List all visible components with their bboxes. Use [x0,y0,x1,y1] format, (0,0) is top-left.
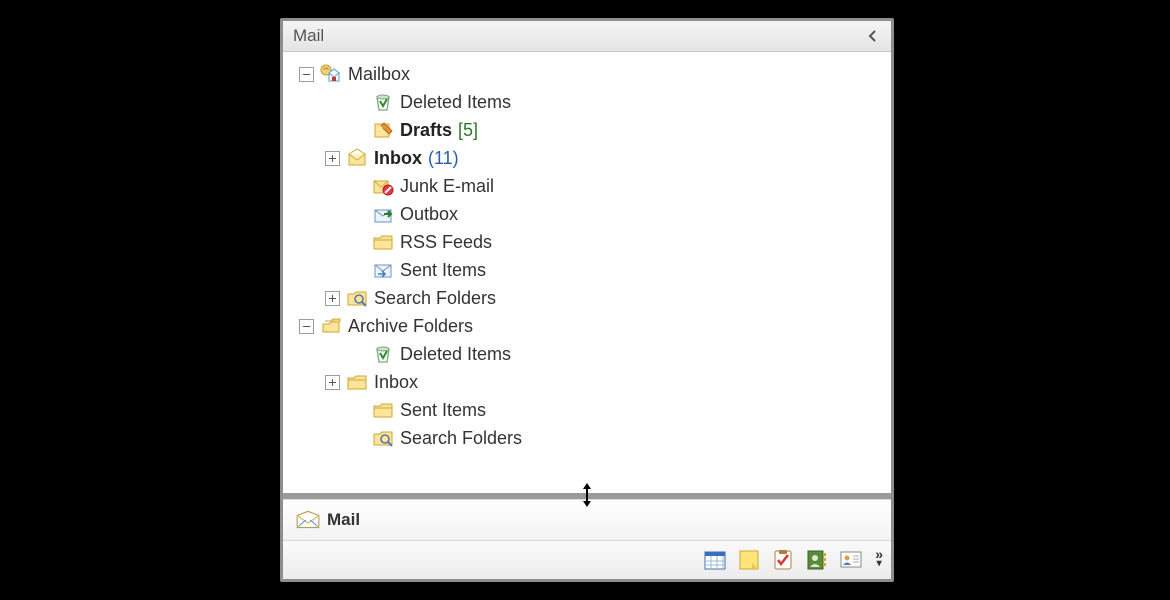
archive-icon [320,316,342,336]
notes-icon[interactable] [737,549,761,571]
folder-icon [346,372,368,392]
tree-item-sent-items[interactable]: Sent Items [287,396,887,424]
searchfolder-icon [372,428,394,448]
expand-toggle[interactable] [325,151,340,166]
tree-item-junk-e-mail[interactable]: Junk E-mail [287,172,887,200]
drafts-icon [372,120,394,140]
mail-nav-label: Mail [327,510,360,530]
trash-icon [372,92,394,112]
addressbook-icon[interactable] [839,549,863,571]
folder-label: Deleted Items [400,340,511,368]
tree-item-deleted-items[interactable]: Deleted Items [287,340,887,368]
tree-item-rss-feeds[interactable]: RSS Feeds [287,228,887,256]
resize-vertical-icon [578,481,596,509]
sent-icon [372,260,394,280]
folder-label: Sent Items [400,256,486,284]
calendar-icon[interactable] [703,549,727,571]
tree-item-outbox[interactable]: Outbox [287,200,887,228]
mailbox-icon [320,64,342,84]
folder-label: Deleted Items [400,88,511,116]
pane-header: Mail [283,21,891,52]
folder-label: Mailbox [348,60,410,88]
item-count: [5] [458,116,478,144]
junk-icon [372,176,394,196]
expand-toggle[interactable] [325,375,340,390]
folder-label: Outbox [400,200,458,228]
folder-label: Inbox [374,368,418,396]
chevron-left-icon [868,30,878,42]
collapse-toggle[interactable] [299,67,314,82]
expand-toggle[interactable] [325,291,340,306]
pane-splitter[interactable] [283,493,891,499]
collapse-pane-button[interactable] [865,28,881,44]
tree-group-archive-folders[interactable]: Archive Folders [287,312,887,340]
tree-item-drafts[interactable]: Drafts [5] [287,116,887,144]
nav-toolbar: » ▾ [283,541,891,579]
folder-icon [372,400,394,420]
outbox-icon [372,204,394,224]
folder-label: Inbox [374,144,422,172]
trash-icon [372,344,394,364]
envelope-icon [295,509,321,531]
folder-label: Archive Folders [348,312,473,340]
toolbar-overflow-button[interactable]: » ▾ [875,550,883,570]
folder-icon [372,232,394,252]
item-count: (11) [428,144,459,172]
folder-label: Drafts [400,116,452,144]
tree-item-search-folders[interactable]: Search Folders [287,284,887,312]
folder-label: Search Folders [374,284,496,312]
collapse-toggle[interactable] [299,319,314,334]
folder-tree: MailboxDeleted ItemsDrafts[5]Inbox(11)Ju… [283,52,891,493]
folder-label: Search Folders [400,424,522,452]
inbox-icon [346,148,368,168]
chevron-down-icon: ▾ [877,560,882,570]
tasks-icon[interactable] [771,549,795,571]
tree-item-deleted-items[interactable]: Deleted Items [287,88,887,116]
searchfolder-icon [346,288,368,308]
folder-label: Junk E-mail [400,172,494,200]
tree-item-search-folders[interactable]: Search Folders [287,424,887,452]
tree-group-mailbox[interactable]: Mailbox [287,60,887,88]
tree-item-inbox[interactable]: Inbox(11) [287,144,887,172]
tree-item-sent-items[interactable]: Sent Items [287,256,887,284]
folder-label: Sent Items [400,396,486,424]
mail-navigation-pane: Mail MailboxDeleted ItemsDrafts[5]Inbox(… [280,18,894,582]
pane-title: Mail [293,26,324,46]
tree-item-inbox[interactable]: Inbox [287,368,887,396]
contacts-icon[interactable] [805,549,829,571]
folder-label: RSS Feeds [400,228,492,256]
